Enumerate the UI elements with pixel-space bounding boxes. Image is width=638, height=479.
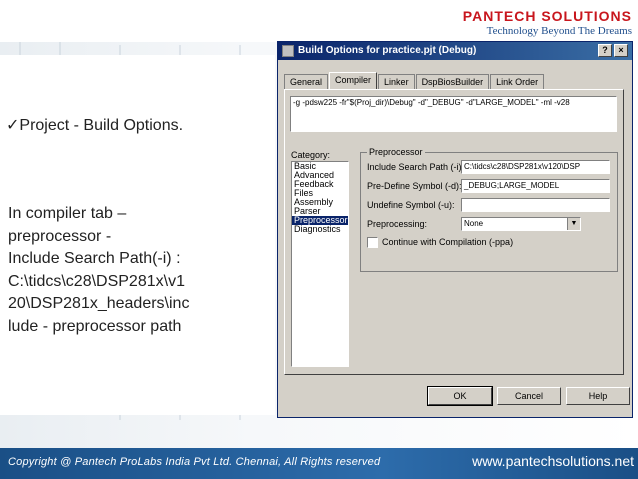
- body-line: In compiler tab –: [8, 205, 127, 222]
- tab-linker[interactable]: Linker: [378, 74, 415, 90]
- checkmark-icon: ✓: [6, 117, 20, 134]
- body-line: Include Search Path(-i) :: [8, 250, 181, 267]
- copyright-text: Copyright @ Pantech ProLabs India Pvt Lt…: [8, 456, 381, 468]
- category-list[interactable]: Basic Advanced Feedback Files Assembly P…: [291, 161, 349, 367]
- tab-general[interactable]: General: [284, 74, 329, 90]
- include-path-field[interactable]: C:\tidcs\c28\DSP281x\v120\DSP: [461, 160, 610, 174]
- bullet-text: Project - Build Options.: [19, 117, 184, 134]
- company-logo: PANTECH SOLUTIONS Technology Beyond The …: [463, 8, 632, 37]
- predefine-label: Pre-Define Symbol (-d):: [367, 181, 462, 191]
- window-icon: [282, 45, 294, 57]
- logo-name: PANTECH SOLUTIONS: [462, 8, 632, 24]
- body-line: lude - preprocessor path: [8, 317, 182, 335]
- preprocessing-label: Preprocessing:: [367, 219, 428, 229]
- help-title-button[interactable]: ?: [598, 44, 612, 57]
- preprocessor-group: Preprocessor Include Search Path (-i): C…: [360, 147, 618, 272]
- dialog-title: Build Options for practice.pjt (Debug): [298, 45, 477, 56]
- slide-footer: Copyright @ Pantech ProLabs India Pvt Lt…: [0, 448, 638, 479]
- tab-dspbiosbuilder[interactable]: DspBiosBuilder: [415, 74, 490, 90]
- bullet-point: ✓Project - Build Options.: [6, 115, 183, 135]
- help-button[interactable]: Help: [566, 387, 630, 405]
- dialog-titlebar[interactable]: Build Options for practice.pjt (Debug) ?…: [278, 42, 632, 60]
- website-link[interactable]: www.pantechsolutions.net: [472, 453, 634, 469]
- undefine-field[interactable]: [461, 198, 610, 212]
- category-label: Category:: [291, 150, 331, 160]
- cancel-button[interactable]: Cancel: [497, 387, 561, 405]
- include-path-label: Include Search Path (-i):: [367, 162, 465, 172]
- build-options-dialog: Build Options for practice.pjt (Debug) ?…: [277, 41, 633, 418]
- chevron-down-icon[interactable]: ▼: [567, 218, 580, 230]
- preprocessing-value: None: [464, 219, 484, 228]
- body-line: C:\tidcs\c28\DSP281x\v1: [8, 272, 185, 290]
- tab-strip: General Compiler Linker DspBiosBuilder L…: [284, 72, 545, 90]
- slide-body-text: In compiler tab – preprocessor - Include…: [8, 203, 273, 338]
- command-line-textbox[interactable]: -g -pdsw225 -fr"$(Proj_dir)\Debug" -d"_D…: [290, 96, 617, 132]
- body-line: 20\DSP281x_headers\inc: [8, 295, 190, 312]
- group-title: Preprocessor: [367, 147, 425, 157]
- ok-button[interactable]: OK: [427, 386, 493, 406]
- body-line: preprocessor -: [8, 227, 112, 245]
- close-icon[interactable]: ×: [614, 44, 628, 57]
- predefine-field[interactable]: _DEBUG;LARGE_MODEL: [461, 179, 610, 193]
- preprocessing-select[interactable]: None ▼: [461, 217, 581, 231]
- undefine-label: Undefine Symbol (-u):: [367, 200, 455, 210]
- continue-compilation-checkbox[interactable]: Continue with Compilation (-ppa): [367, 237, 514, 249]
- tab-link-order[interactable]: Link Order: [490, 74, 545, 90]
- logo-tagline: Technology Beyond The Dreams: [486, 25, 632, 37]
- checkbox-box[interactable]: [367, 237, 378, 249]
- tab-compiler[interactable]: Compiler: [329, 72, 378, 90]
- compiler-tab-panel: -g -pdsw225 -fr"$(Proj_dir)\Debug" -d"_D…: [284, 89, 624, 375]
- continue-compilation-label: Continue with Compilation (-ppa): [382, 237, 514, 247]
- category-item-diagnostics[interactable]: Diagnostics: [292, 225, 348, 234]
